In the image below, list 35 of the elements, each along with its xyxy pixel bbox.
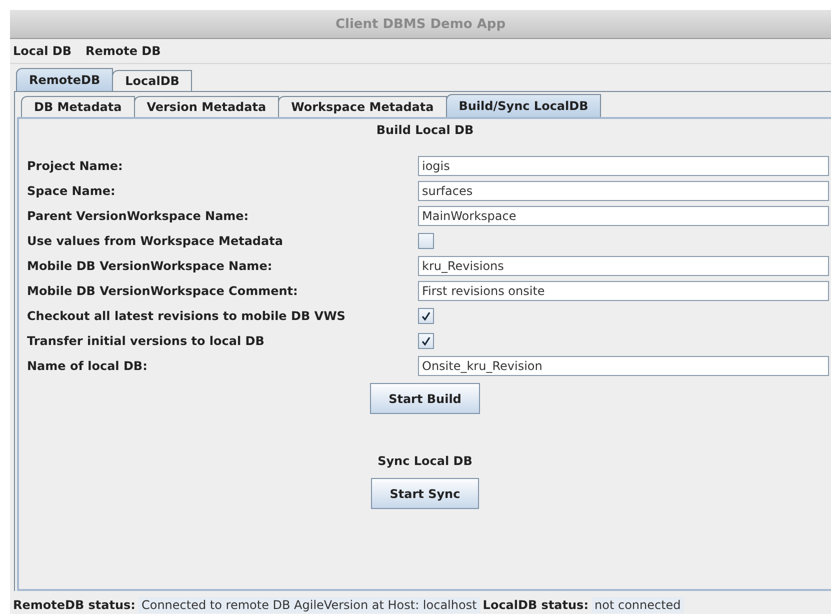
input-field[interactable]: MainWorkspace [418, 206, 829, 226]
checkbox[interactable] [418, 308, 434, 324]
tab[interactable]: LocalDB [112, 70, 192, 91]
field-label: Name of local DB: [27, 358, 148, 375]
input-field[interactable]: First revisions onsite [418, 281, 829, 301]
field-label: Checkout all latest revisions to mobile DB VWS [27, 308, 346, 325]
tab[interactable]: DB Metadata [21, 96, 135, 117]
status-label: RemoteDB status: [12, 598, 136, 612]
start-sync-button[interactable]: Start Sync [370, 478, 480, 509]
field-label: Parent VersionWorkspace Name: [27, 208, 250, 225]
checkbox[interactable] [418, 333, 434, 349]
tab[interactable]: Build/Sync LocalDB [446, 94, 602, 117]
start-build-button[interactable]: Start Build [370, 383, 480, 414]
check-icon [421, 336, 431, 346]
field-label: Space Name: [27, 183, 116, 200]
checkbox[interactable] [418, 233, 434, 249]
field-label: Use values from Workspace Metadata [27, 233, 284, 250]
field-label: Project Name: [27, 158, 124, 175]
section-heading: Sync Local DB [378, 454, 472, 468]
window-title: Client DBMS Demo App [10, 10, 831, 39]
field-label: Mobile DB VersionWorkspace Name: [27, 258, 274, 275]
input-field[interactable]: Onsite_kru_Revision [418, 356, 829, 376]
status-label: LocalDB status: [482, 598, 590, 612]
field-label: Transfer initial versions to local DB [27, 333, 266, 350]
menu-item[interactable]: Local DB [13, 44, 72, 58]
menu-item[interactable]: Remote DB [86, 44, 161, 58]
input-field[interactable]: surfaces [418, 181, 829, 201]
status-value: Connected to remote DB AgileVersion at Host: localhost [138, 597, 480, 613]
tab[interactable]: RemoteDB [16, 68, 114, 91]
input-field[interactable]: iogis [418, 156, 829, 176]
section-heading: Build Local DB [376, 123, 474, 137]
input-field[interactable]: kru_Revisions [418, 256, 829, 276]
status-value: not connected [592, 597, 684, 613]
check-icon [421, 311, 431, 321]
field-label: Mobile DB VersionWorkspace Comment: [27, 283, 299, 300]
